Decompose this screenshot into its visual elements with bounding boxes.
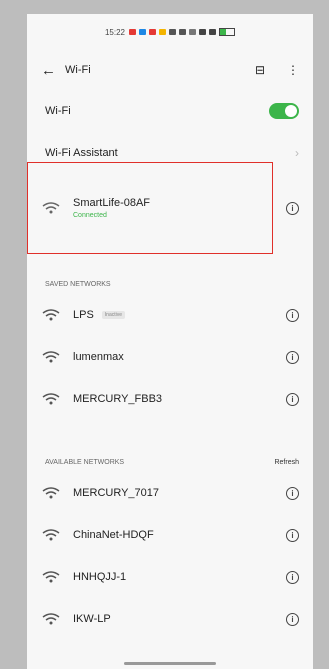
available-networks-title: AVAILABLE NETWORKS	[45, 459, 125, 466]
wifi-status-icon	[189, 29, 197, 35]
network-name: IKW-LP	[73, 613, 111, 625]
scan-qr-icon[interactable]: ⊟	[255, 63, 265, 77]
wifi-lock-icon	[42, 571, 60, 583]
wifi-lock-icon	[42, 613, 60, 625]
notification-icon	[139, 29, 147, 35]
status-icons	[129, 28, 236, 36]
info-icon[interactable]: i	[286, 350, 299, 364]
notification-icon	[159, 29, 167, 35]
saved-networks-header: SAVED NETWORKS	[27, 242, 313, 294]
network-name: lumenmax	[73, 351, 124, 363]
signal-icon	[179, 29, 187, 35]
home-indicator[interactable]	[124, 662, 216, 665]
info-icon[interactable]: i	[286, 528, 299, 542]
wifi-toggle-switch[interactable]	[269, 103, 299, 119]
cellular-icon	[199, 29, 207, 35]
wifi-assistant-label: Wi-Fi Assistant	[45, 147, 118, 159]
info-icon[interactable]: i	[286, 201, 299, 215]
connected-network-row[interactable]: SmartLife-08AF Connected i	[27, 174, 313, 242]
refresh-button[interactable]: Refresh	[274, 459, 299, 466]
info-icon[interactable]: i	[286, 612, 299, 626]
available-networks-header: AVAILABLE NETWORKS Refresh	[27, 420, 313, 472]
info-icon[interactable]: i	[286, 392, 299, 406]
wifi-lock-icon	[42, 529, 60, 541]
status-bar: 15:22	[27, 14, 313, 50]
network-name: LPS	[73, 309, 94, 321]
saved-networks-title: SAVED NETWORKS	[45, 281, 111, 288]
top-bar-actions: ⊟ ⋮	[255, 63, 299, 77]
connected-network-text: SmartLife-08AF Connected	[73, 197, 150, 219]
connected-status: Connected	[73, 212, 107, 219]
status-time: 15:22	[104, 27, 126, 37]
saved-network-row[interactable]: LPS Inactive i	[27, 294, 313, 336]
page-title: Wi-Fi	[65, 64, 91, 76]
phone-screen: 15:22 ← Wi-Fi ⊟ ⋮ Wi-Fi Wi-Fi Assistant	[27, 14, 313, 669]
battery-icon	[219, 28, 236, 36]
info-icon[interactable]: i	[286, 308, 299, 322]
notification-icon	[129, 29, 137, 35]
wifi-toggle-row[interactable]: Wi-Fi	[27, 90, 313, 132]
back-arrow-icon[interactable]: ←	[41, 62, 65, 79]
network-tag: Inactive	[101, 311, 126, 319]
wifi-lock-icon	[42, 487, 60, 499]
network-name: MERCURY_FBB3	[73, 393, 163, 405]
more-menu-icon[interactable]: ⋮	[287, 63, 299, 77]
available-network-row[interactable]: IKW-LP i	[27, 598, 313, 640]
wifi-lock-icon	[42, 393, 60, 405]
wifi-toggle-label: Wi-Fi	[45, 105, 71, 117]
info-icon[interactable]: i	[286, 486, 299, 500]
info-icon[interactable]: i	[286, 570, 299, 584]
saved-network-row[interactable]: MERCURY_FBB3 i	[27, 378, 313, 420]
top-bar: ← Wi-Fi ⊟ ⋮	[27, 50, 313, 90]
available-network-row[interactable]: MERCURY_7017 i	[27, 472, 313, 514]
network-name: MERCURY_7017	[73, 487, 160, 499]
chevron-right-icon: ›	[295, 146, 299, 160]
available-network-row[interactable]: HNHQJJ-1 i	[27, 556, 313, 598]
wifi-icon	[42, 202, 60, 214]
signal-icon	[169, 29, 177, 35]
network-name: HNHQJJ-1	[73, 571, 127, 583]
saved-network-row[interactable]: lumenmax i	[27, 336, 313, 378]
cellular-icon	[209, 29, 217, 35]
notification-icon	[149, 29, 157, 35]
wifi-lock-icon	[42, 309, 60, 321]
available-network-row[interactable]: ChinaNet-HDQF i	[27, 514, 313, 556]
network-name: ChinaNet-HDQF	[73, 529, 154, 541]
wifi-lock-icon	[42, 351, 60, 363]
connected-network-name: SmartLife-08AF	[73, 197, 151, 209]
